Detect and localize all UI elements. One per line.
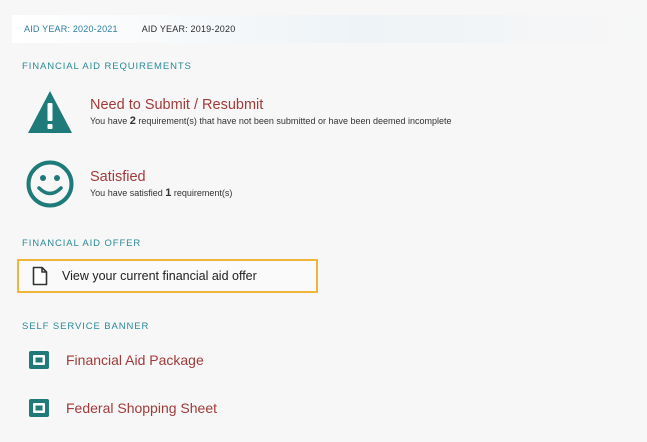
need-submit-heading[interactable]: Need to Submit / Resubmit [90, 96, 452, 114]
financial-aid-package-label: Financial Aid Package [66, 352, 204, 368]
document-icon [32, 266, 48, 286]
offer-section-title: FINANCIAL AID OFFER [22, 238, 142, 249]
view-financial-aid-offer-link[interactable]: View your current financial aid offer [17, 259, 318, 293]
banner-screen-icon [28, 350, 50, 370]
need-submit-text: Need to Submit / Resubmit You have 2 req… [90, 96, 452, 128]
satisfied-requirement[interactable]: Satisfied You have satisfied 1 requireme… [24, 158, 232, 210]
need-submit-desc-suffix: requirement(s) that have not been submit… [135, 116, 452, 126]
need-submit-description: You have 2 requirement(s) that have not … [90, 114, 452, 128]
satisfied-heading[interactable]: Satisfied [90, 168, 232, 186]
satisfied-desc-suffix: requirement(s) [171, 188, 233, 198]
tab-aid-year-2019-2020[interactable]: AID YEAR: 2019-2020 [130, 24, 248, 34]
financial-aid-package-link[interactable]: Financial Aid Package [28, 350, 204, 370]
federal-shopping-sheet-link[interactable]: Federal Shopping Sheet [28, 398, 217, 418]
need-submit-desc-prefix: You have [90, 116, 130, 126]
banner-screen-icon [28, 398, 50, 418]
federal-shopping-sheet-label: Federal Shopping Sheet [66, 400, 217, 416]
self-service-section-title: SELF SERVICE BANNER [22, 321, 150, 332]
tab-aid-year-2020-2021[interactable]: AID YEAR: 2020-2021 [12, 24, 130, 34]
warning-triangle-icon [24, 86, 76, 138]
need-submit-requirement[interactable]: Need to Submit / Resubmit You have 2 req… [24, 86, 452, 138]
view-offer-label: View your current financial aid offer [62, 269, 257, 283]
satisfied-desc-prefix: You have satisfied [90, 188, 166, 198]
aid-year-tabs: AID YEAR: 2020-2021 AID YEAR: 2019-2020 [12, 15, 642, 43]
satisfied-text: Satisfied You have satisfied 1 requireme… [90, 168, 232, 200]
satisfied-description: You have satisfied 1 requirement(s) [90, 186, 232, 200]
requirements-section-title: FINANCIAL AID REQUIREMENTS [22, 61, 192, 72]
smiley-face-icon [24, 158, 76, 210]
